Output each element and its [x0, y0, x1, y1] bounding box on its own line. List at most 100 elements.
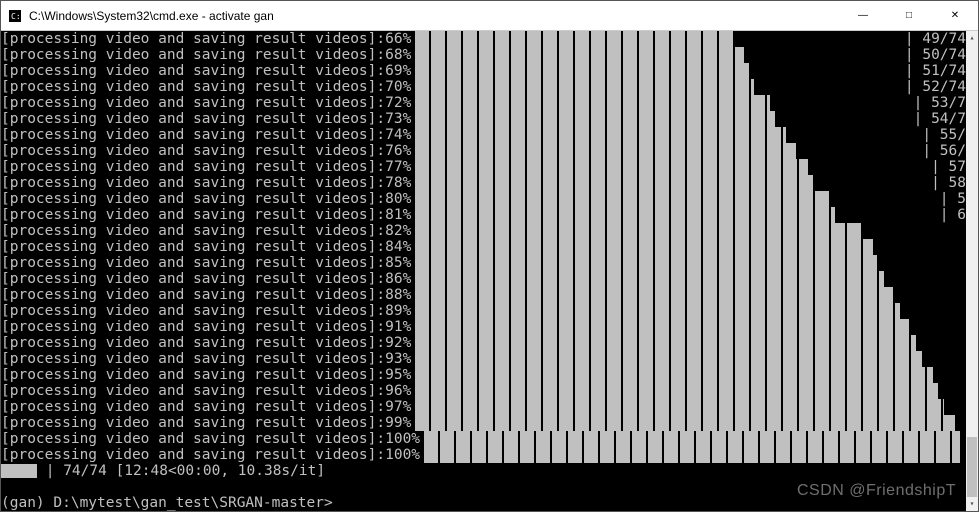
progress-label: [processing video and saving result vide… — [1, 255, 385, 271]
progress-bar-fill — [424, 431, 960, 447]
cmd-window: C:\ C:\Windows\System32\cmd.exe - activa… — [0, 0, 979, 512]
progress-line: [processing video and saving result vide… — [1, 47, 966, 63]
progress-bar — [415, 79, 899, 95]
scroll-track[interactable] — [966, 45, 978, 497]
progress-bar — [415, 159, 925, 175]
vertical-scrollbar[interactable]: ▴ ▾ — [966, 31, 978, 511]
blank-line — [1, 479, 966, 495]
progress-label: [processing video and saving result vide… — [1, 207, 385, 223]
progress-label: [processing video and saving result vide… — [1, 47, 385, 63]
progress-bar-fill — [415, 335, 916, 351]
progress-bar — [415, 399, 960, 415]
progress-line: [processing video and saving result vide… — [1, 447, 966, 463]
maximize-button[interactable]: □ — [886, 1, 932, 30]
progress-label: [processing video and saving result vide… — [1, 175, 385, 191]
progress-percent: 77% — [385, 159, 411, 175]
progress-bar — [415, 47, 899, 63]
progress-percent: 70% — [385, 79, 411, 95]
progress-counter: | 6 — [934, 207, 966, 223]
progress-label: [processing video and saving result vide… — [1, 367, 385, 383]
progress-line: [processing video and saving result vide… — [1, 271, 966, 287]
progress-bar — [415, 127, 916, 143]
progress-line: [processing video and saving result vide… — [1, 207, 966, 223]
progress-bar — [415, 95, 907, 111]
progress-line: [processing video and saving result vide… — [1, 367, 966, 383]
progress-line: [processing video and saving result vide… — [1, 175, 966, 191]
progress-bar — [415, 271, 960, 287]
progress-bar — [415, 207, 933, 223]
progress-bar-fill — [415, 79, 754, 95]
titlebar[interactable]: C:\ C:\Windows\System32\cmd.exe - activa… — [1, 1, 978, 31]
progress-bar-fill — [415, 159, 808, 175]
progress-percent: 100% — [385, 431, 420, 447]
progress-bar — [415, 319, 960, 335]
progress-bar-fill — [415, 207, 835, 223]
progress-line: [processing video and saving result vide… — [1, 431, 966, 447]
progress-line: [processing video and saving result vide… — [1, 223, 966, 239]
scroll-thumb[interactable] — [967, 437, 977, 497]
progress-percent: 100% — [385, 447, 420, 463]
close-button[interactable]: ✕ — [932, 1, 978, 30]
scroll-up-button[interactable]: ▴ — [966, 31, 978, 45]
scroll-down-button[interactable]: ▾ — [966, 497, 978, 511]
progress-bar-fill — [415, 191, 830, 207]
progress-bar — [415, 415, 960, 431]
progress-counter: | 5 — [934, 191, 966, 207]
progress-label: [processing video and saving result vide… — [1, 335, 385, 351]
progress-bar-fill — [415, 127, 786, 143]
command-prompt[interactable]: (gan) D:\mytest\gan_test\SRGAN-master> — [1, 495, 966, 511]
progress-bar — [415, 191, 933, 207]
progress-label: [processing video and saving result vide… — [1, 143, 385, 159]
progress-line: [processing video and saving result vide… — [1, 415, 966, 431]
progress-bar-fill — [415, 383, 938, 399]
progress-label: [processing video and saving result vide… — [1, 239, 385, 255]
progress-bar-fill — [415, 255, 878, 271]
progress-bar-fill — [415, 63, 749, 79]
summary-text: | 74/74 [12:48<00:00, 10.38s/it] — [37, 463, 325, 479]
progress-label: [processing video and saving result vide… — [1, 287, 385, 303]
progress-percent: 80% — [385, 191, 411, 207]
progress-counter: | 50/74 — [899, 47, 966, 63]
progress-bar — [415, 335, 960, 351]
progress-bar — [415, 383, 960, 399]
progress-percent: 96% — [385, 383, 411, 399]
progress-line: [processing video and saving result vide… — [1, 95, 966, 111]
progress-percent: 73% — [385, 111, 411, 127]
window-controls: — □ ✕ — [840, 1, 978, 30]
progress-label: [processing video and saving result vide… — [1, 63, 385, 79]
progress-bar — [415, 239, 960, 255]
progress-label: [processing video and saving result vide… — [1, 127, 385, 143]
terminal-area[interactable]: [processing video and saving result vide… — [1, 31, 978, 511]
progress-percent: 88% — [385, 287, 411, 303]
progress-bar-fill — [415, 319, 911, 335]
progress-bar — [415, 63, 899, 79]
progress-counter: | 51/74 — [899, 63, 966, 79]
progress-percent: 91% — [385, 319, 411, 335]
progress-counter: | 53/7 — [908, 95, 966, 111]
progress-bar-fill — [415, 415, 954, 431]
progress-bar-fill — [415, 399, 943, 415]
progress-bar-fill — [415, 351, 922, 367]
progress-line: [processing video and saving result vide… — [1, 239, 966, 255]
progress-percent: 85% — [385, 255, 411, 271]
progress-percent: 84% — [385, 239, 411, 255]
minimize-button[interactable]: — — [840, 1, 886, 30]
progress-bar — [415, 223, 960, 239]
progress-bar-fill — [415, 367, 932, 383]
progress-bar-fill — [415, 287, 894, 303]
progress-line: [processing video and saving result vide… — [1, 159, 966, 175]
progress-line: [processing video and saving result vide… — [1, 127, 966, 143]
progress-label: [processing video and saving result vide… — [1, 191, 385, 207]
progress-label: [processing video and saving result vide… — [1, 111, 385, 127]
progress-label: [processing video and saving result vide… — [1, 447, 385, 463]
progress-bar-fill — [415, 271, 883, 287]
filled-block-icon — [1, 464, 37, 478]
progress-label: [processing video and saving result vide… — [1, 31, 385, 47]
progress-counter: | 54/7 — [908, 111, 966, 127]
progress-label: [processing video and saving result vide… — [1, 79, 385, 95]
svg-text:C:\: C:\ — [11, 12, 22, 21]
progress-percent: 68% — [385, 47, 411, 63]
progress-percent: 81% — [385, 207, 411, 223]
progress-counter: | 49/74 — [899, 31, 966, 47]
progress-bar-fill — [415, 303, 900, 319]
